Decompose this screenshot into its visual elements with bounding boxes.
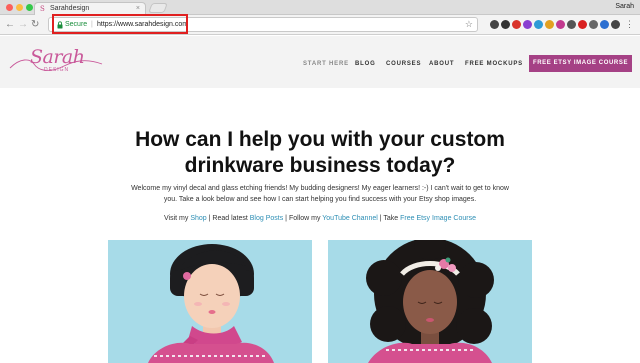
forward-arrow-icon[interactable]: → xyxy=(18,19,28,30)
links-visit-text: Visit my xyxy=(164,215,191,222)
bookmark-star-icon[interactable]: ☆ xyxy=(465,19,473,30)
extension-icon-2[interactable] xyxy=(501,20,510,29)
extension-icon-6[interactable] xyxy=(545,20,554,29)
site-header: Sarah DESIGN START HERE BLOG COURSES ABO… xyxy=(0,36,640,88)
youtube-channel-link[interactable]: YouTube Channel xyxy=(322,215,378,222)
free-course-link[interactable]: Free Etsy Image Course xyxy=(400,215,476,222)
back-arrow-icon[interactable]: ← xyxy=(5,19,15,30)
extension-icon-12[interactable] xyxy=(611,20,620,29)
site-favicon-icon: S xyxy=(40,5,45,13)
extension-icon-10[interactable] xyxy=(589,20,598,29)
extension-icon-11[interactable] xyxy=(600,20,609,29)
nav-about[interactable]: ABOUT xyxy=(429,60,454,68)
free-etsy-course-button[interactable]: FREE ETSY IMAGE COURSE xyxy=(529,55,632,72)
extension-icon-1[interactable] xyxy=(490,20,499,29)
woman-bob-hair-illustration xyxy=(148,244,274,363)
quick-links: Visit my Shop | Read latest Blog Posts |… xyxy=(100,214,540,224)
tab-close-icon[interactable]: × xyxy=(136,5,140,13)
window-maximize-button[interactable] xyxy=(26,4,33,11)
logo-subtitle: DESIGN xyxy=(44,67,70,73)
illustration-card-right[interactable] xyxy=(328,240,532,363)
extension-icon-3[interactable] xyxy=(512,20,521,29)
browser-menu-icon[interactable]: ⋮ xyxy=(625,19,634,29)
window-close-button[interactable] xyxy=(6,4,13,11)
logo-wordmark: Sarah xyxy=(30,46,85,68)
extension-icon-4[interactable] xyxy=(523,20,532,29)
reload-icon[interactable]: ↻ xyxy=(31,19,39,30)
shop-link[interactable]: Shop xyxy=(190,215,206,222)
links-follow-text: | Follow my xyxy=(283,215,323,222)
links-read-text: | Read latest xyxy=(206,215,250,222)
extension-icon-8[interactable] xyxy=(567,20,576,29)
browser-tab-bar: S Sarahdesign × Sarah xyxy=(0,0,640,15)
links-take-text: | Take xyxy=(377,215,401,222)
extension-icon-9[interactable] xyxy=(578,20,587,29)
blog-posts-link[interactable]: Blog Posts xyxy=(250,215,283,222)
page-headline: How can I help you with your custom drin… xyxy=(135,128,505,177)
tab-title: Sarahdesign xyxy=(50,5,90,12)
woman-curly-hair-illustration xyxy=(366,240,494,363)
site-logo[interactable]: Sarah DESIGN xyxy=(8,46,104,80)
window-minimize-button[interactable] xyxy=(16,4,23,11)
nav-courses[interactable]: COURSES xyxy=(386,60,421,68)
nav-start-here[interactable]: START HERE xyxy=(303,60,349,68)
new-tab-button[interactable] xyxy=(148,3,168,13)
extension-icon-5[interactable] xyxy=(534,20,543,29)
intro-paragraph: Welcome my vinyl decal and glass etching… xyxy=(131,185,509,203)
address-highlight-box xyxy=(52,14,188,34)
extension-icon-7[interactable] xyxy=(556,20,565,29)
nav-free-mockups[interactable]: FREE MOCKUPS xyxy=(465,60,523,68)
nav-blog[interactable]: BLOG xyxy=(355,60,376,68)
profile-name[interactable]: Sarah xyxy=(615,3,634,11)
illustration-card-left[interactable] xyxy=(108,240,312,363)
